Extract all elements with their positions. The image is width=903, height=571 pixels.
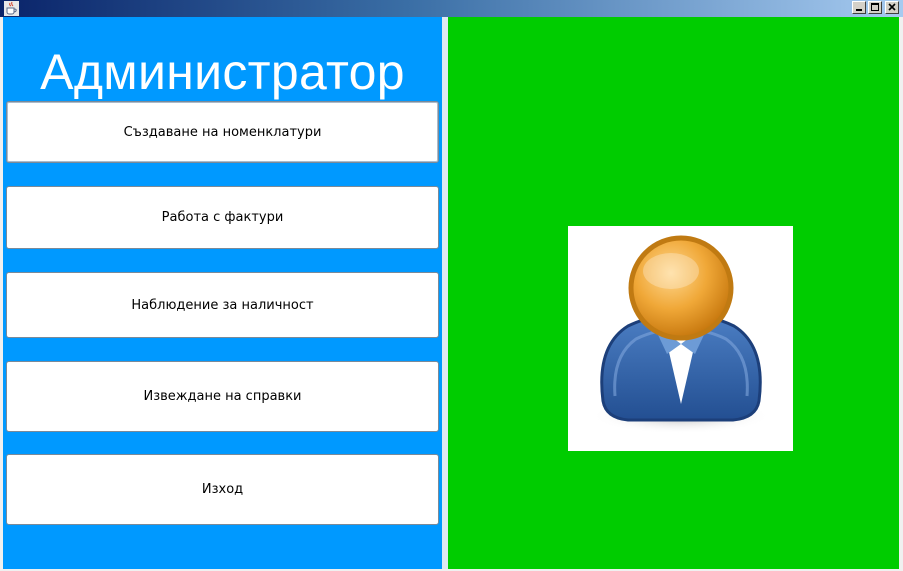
create-nomenclatures-button[interactable]: Създаване на номенклатури — [6, 101, 439, 163]
button-label: Работа с фактури — [161, 210, 284, 225]
reports-button[interactable]: Извеждане на справки — [6, 361, 439, 432]
button-label: Създаване на номенклатури — [123, 124, 322, 140]
stock-monitoring-button[interactable]: Наблюдение за наличност — [6, 272, 439, 338]
main-panel — [448, 17, 899, 569]
java-cup-icon[interactable] — [4, 1, 19, 16]
button-label: Изход — [201, 482, 244, 497]
close-icon — [888, 3, 896, 11]
maximize-icon — [871, 3, 879, 11]
maximize-button[interactable] — [868, 1, 882, 14]
sidebar-panel: Администратор Създаване на номенклатури … — [3, 17, 442, 569]
avatar — [568, 226, 793, 451]
minimize-icon — [856, 9, 862, 11]
button-label: Извеждане на справки — [143, 389, 302, 404]
button-label: Наблюдение за наличност — [131, 297, 314, 313]
exit-button[interactable]: Изход — [6, 454, 439, 525]
minimize-button[interactable] — [852, 1, 866, 14]
page-title: Администратор — [40, 44, 405, 100]
window-frame-right — [899, 17, 903, 571]
invoices-button[interactable]: Работа с фактури — [6, 186, 439, 249]
window-titlebar[interactable] — [0, 0, 903, 17]
user-avatar-icon — [591, 235, 771, 434]
close-button[interactable] — [885, 1, 899, 14]
